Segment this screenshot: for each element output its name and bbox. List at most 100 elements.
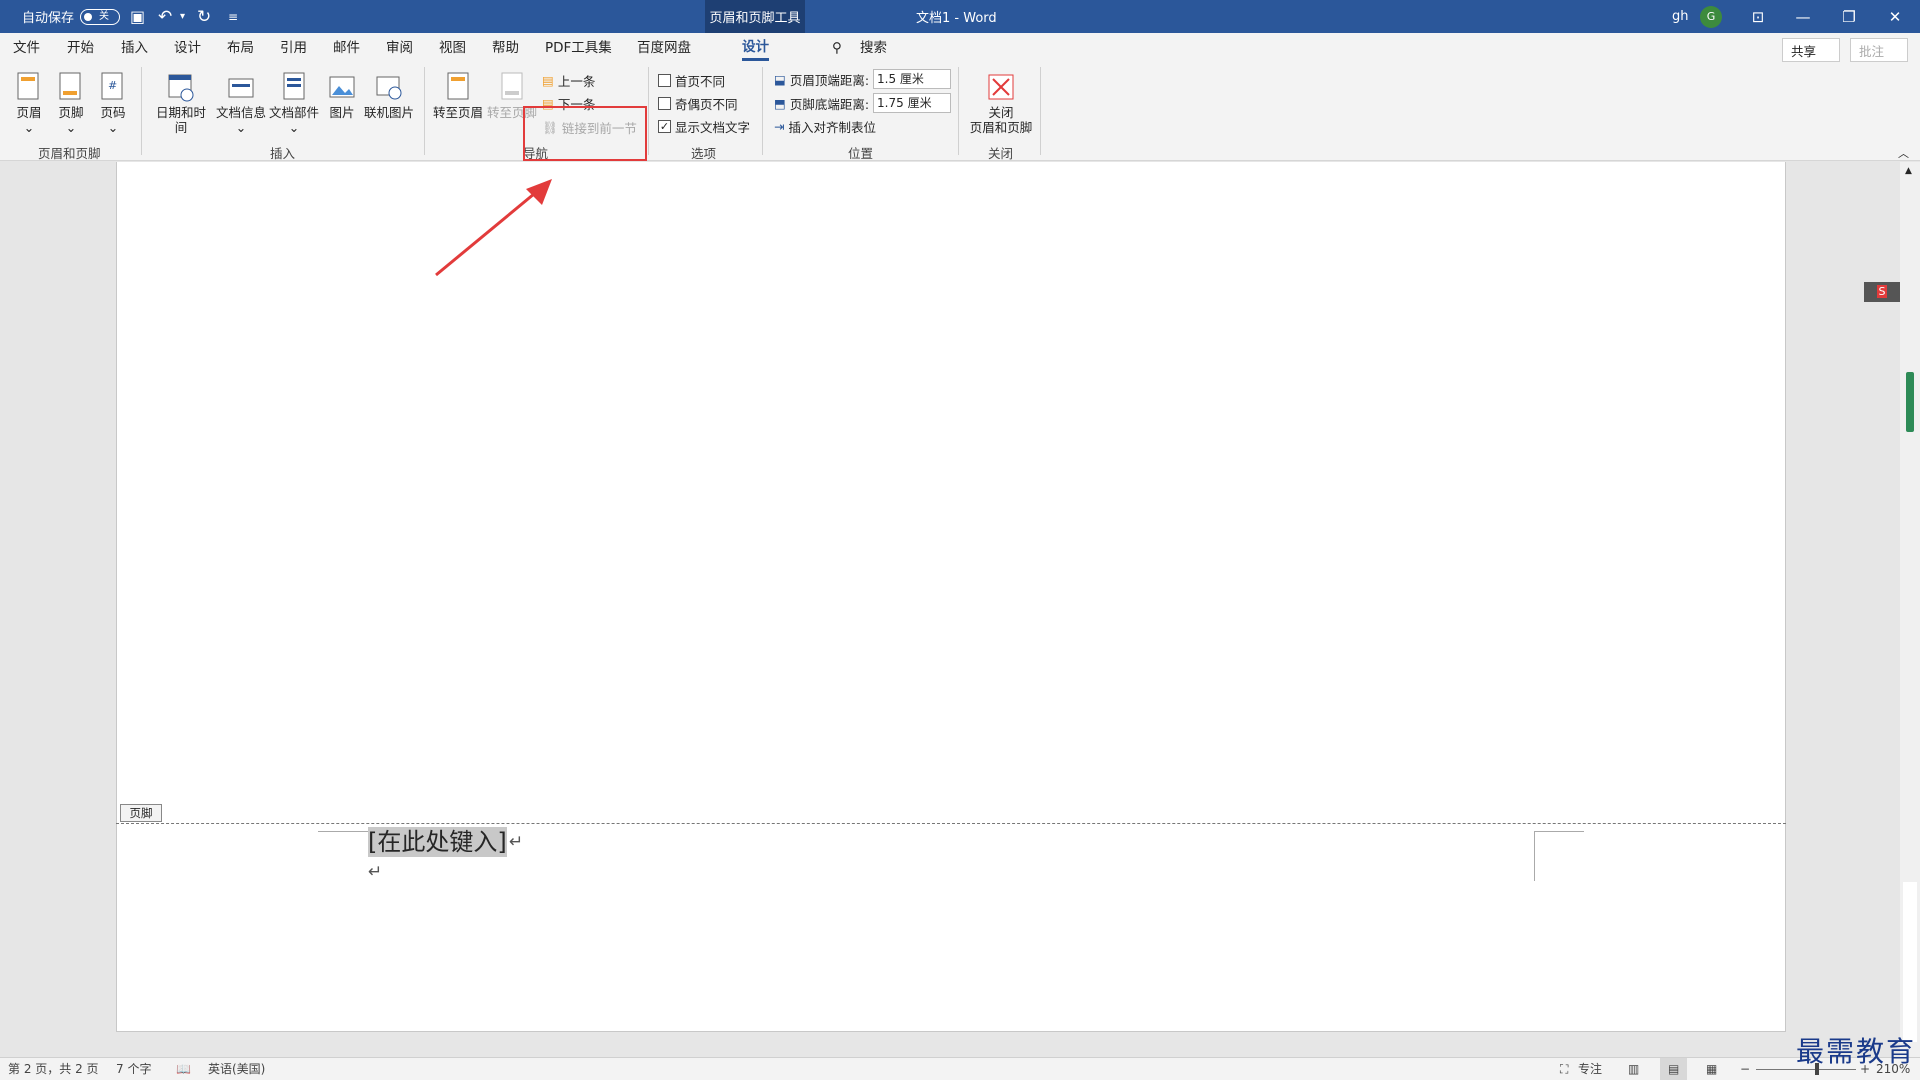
page-number-button[interactable]: # 页码 ⌄ [98,71,128,135]
scroll-up-icon[interactable]: ▲ [1905,166,1912,176]
undo-dropdown-icon[interactable]: ▾ [180,0,185,33]
document-area: 页脚 [在此处键入] ↵ ↵ S [0,162,1900,1057]
document-info-icon [228,78,254,98]
quick-parts-button[interactable]: 文档部件 ⌄ [268,71,320,135]
margin-corner-left [318,831,368,832]
footer-label: 页脚 [58,105,84,120]
picture-button[interactable]: 图片 [326,71,358,120]
tab-layout[interactable]: 布局 [227,33,254,63]
ribbon-tabs: 文件 开始 插入 设计 布局 引用 邮件 审阅 视图 帮助 PDF工具集 百度网… [0,33,1920,63]
tab-header-footer-design[interactable]: 设计 [742,33,769,61]
odd-even-different-checkbox[interactable]: 奇偶页不同 [658,94,738,113]
goto-header-icon [447,72,469,100]
autosave[interactable]: 自动保存 关 [22,0,121,33]
separator [762,67,763,155]
restore-icon[interactable]: ❐ [1826,0,1872,33]
show-document-text-checkbox[interactable]: ✓ 显示文档文字 [658,117,750,136]
autosave-toggle[interactable]: 关 [80,8,121,25]
separator [141,67,142,155]
separator [958,67,959,155]
zoom-out-icon[interactable]: − [1740,1058,1750,1080]
word-count[interactable]: 7 个字 [116,1058,151,1080]
tab-baidu-netdisk[interactable]: 百度网盘 [637,33,691,63]
language-indicator[interactable]: 英语(美国) [208,1058,265,1080]
group-label-close: 关闭 [988,146,1014,161]
user-name[interactable]: gh [1672,0,1689,33]
undo-icon[interactable]: ↶ [158,0,172,33]
close-red-x-icon [988,74,1014,100]
alignment-tab-icon: ⇥ [774,119,785,134]
footer-icon [59,72,81,100]
avatar[interactable]: G [1700,5,1722,28]
title-bar: 自动保存 关 ▣ ↶ ▾ ↻ ≡ 页眉和页脚工具 文档1 - Word gh G… [0,0,1920,33]
margin-corner-right [1534,831,1584,881]
read-mode-icon[interactable]: ▥ [1628,1058,1639,1080]
previous-button[interactable]: ▤ 上一条 [542,71,595,90]
svg-text:#: # [108,79,117,92]
focus-label[interactable]: 专注 [1578,1058,1602,1080]
insert-alignment-tab-button[interactable]: ⇥ 插入对齐制表位 [774,117,876,136]
online-picture-button[interactable]: 联机图片 [363,71,415,120]
checkbox-box [658,97,671,110]
print-layout-icon[interactable]: ▤ [1660,1058,1688,1080]
proofing-icon[interactable]: 📖 [176,1058,191,1080]
odd-even-different-label: 奇偶页不同 [675,97,738,112]
online-picture-icon [376,76,402,100]
tab-review[interactable]: 审阅 [386,33,413,63]
minimize-icon[interactable]: — [1780,0,1826,33]
close-icon[interactable]: ✕ [1872,0,1918,33]
tab-file[interactable]: 文件 [13,33,40,63]
comments-button[interactable]: 批注 [1850,38,1908,62]
ime-toolbar[interactable]: S [1864,282,1900,302]
sogou-s-icon: S [1876,285,1888,298]
footer-bottom-input[interactable]: 1.75 厘米 [873,93,952,113]
goto-header-button[interactable]: 转至页眉 [432,71,484,120]
tab-home[interactable]: 开始 [67,33,94,63]
document-info-button[interactable]: 文档信息 ⌄ [216,71,266,135]
ribbon-display-icon[interactable]: ⊡ [1735,0,1781,33]
share-button[interactable]: 共享 [1782,38,1840,62]
search-box[interactable]: 搜索 [860,33,887,63]
status-bar: 第 2 页，共 2 页 7 个字 📖 英语(美国) ⛶ 专注 ▥ ▤ ▦ − +… [0,1057,1920,1080]
show-document-text-label: 显示文档文字 [675,120,751,135]
close-header-footer-button[interactable]: 关闭 页眉和页脚 [966,71,1036,135]
footer-button[interactable]: 页脚 ⌄ [56,71,86,135]
vertical-scrollbar[interactable]: ▲ [1900,162,1920,1057]
separator [1040,67,1041,155]
collapse-ribbon-icon[interactable]: ︿ [1898,145,1909,161]
first-page-different-checkbox[interactable]: 首页不同 [658,71,725,90]
footer-placeholder-text[interactable]: [在此处键入] [368,827,507,857]
tab-pdf-tools[interactable]: PDF工具集 [545,33,612,63]
checkbox-box [658,74,671,87]
page[interactable] [116,162,1786,1032]
header-icon [17,72,39,100]
tab-help[interactable]: 帮助 [492,33,519,63]
ribbon: 页眉 ⌄ 页脚 ⌄ # 页码 ⌄ 页眉和页脚 日期和时间 文档信息 ⌄ 文档部件 ⌄ 图片… [0,63,1920,161]
header-button[interactable]: 页眉 ⌄ [14,71,44,135]
tab-view[interactable]: 视图 [439,33,466,63]
group-label-header-footer: 页眉和页脚 [38,146,101,161]
page-count[interactable]: 第 2 页，共 2 页 [8,1058,99,1080]
goto-header-label: 转至页眉 [432,105,483,120]
redo-icon[interactable]: ↻ [197,0,211,33]
scroll-thumb[interactable] [1906,372,1914,432]
focus-icon[interactable]: ⛶ [1560,1058,1568,1080]
context-tab-header-footer-tools: 页眉和页脚工具 [705,0,805,33]
document-info-label: 文档信息 [216,105,267,120]
scroll-track[interactable] [1903,882,1917,1042]
web-layout-icon[interactable]: ▦ [1706,1058,1717,1080]
tab-mailings[interactable]: 邮件 [333,33,360,63]
customize-qat-icon[interactable]: ≡ [228,0,238,33]
tab-insert[interactable]: 插入 [121,33,148,63]
header-position-icon: ⬓ [774,71,786,87]
first-page-different-label: 首页不同 [675,74,726,89]
date-time-button[interactable]: 日期和时间 [150,71,212,135]
search-icon[interactable]: ⚲ [832,33,842,63]
separator [424,67,425,155]
close-label-1: 关闭 [988,105,1014,120]
save-icon[interactable]: ▣ [130,0,145,33]
header-top-input[interactable]: 1.5 厘米 [873,69,952,89]
tab-design[interactable]: 设计 [174,33,201,63]
tab-references[interactable]: 引用 [280,33,307,63]
header-top-label: 页眉顶端距离: [789,72,870,88]
